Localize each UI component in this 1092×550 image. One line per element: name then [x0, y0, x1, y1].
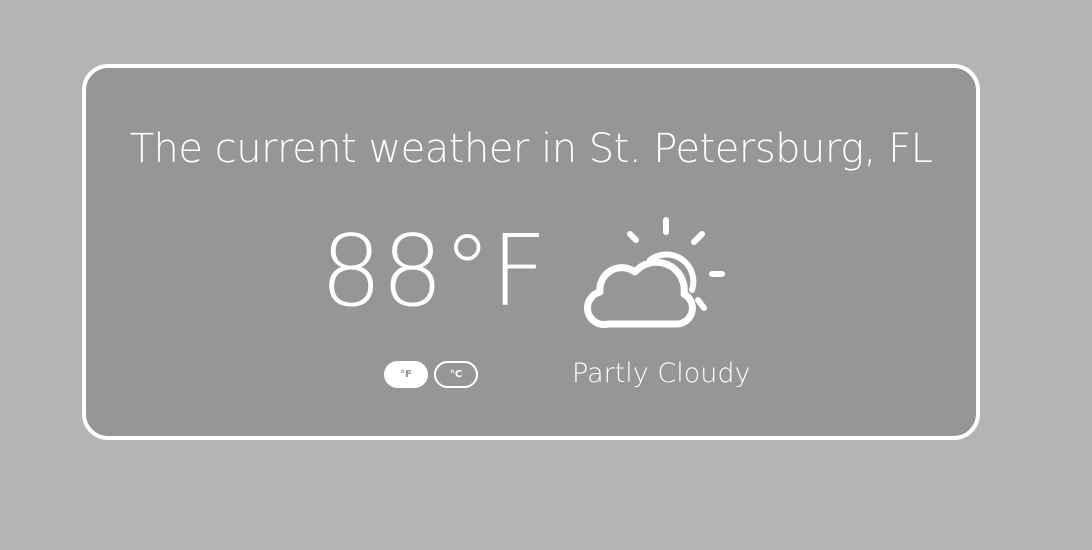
- weather-title: The current weather in St. Petersburg, F…: [129, 126, 933, 172]
- unit-toggle: °F °C: [384, 361, 478, 388]
- celsius-button[interactable]: °C: [434, 361, 478, 388]
- temperature-value: 88°F: [320, 215, 547, 329]
- weather-card: The current weather in St. Petersburg, F…: [82, 64, 980, 440]
- weather-condition: Partly Cloudy: [572, 358, 751, 389]
- partly-cloudy-icon: [584, 217, 725, 328]
- fahrenheit-button[interactable]: °F: [384, 361, 428, 388]
